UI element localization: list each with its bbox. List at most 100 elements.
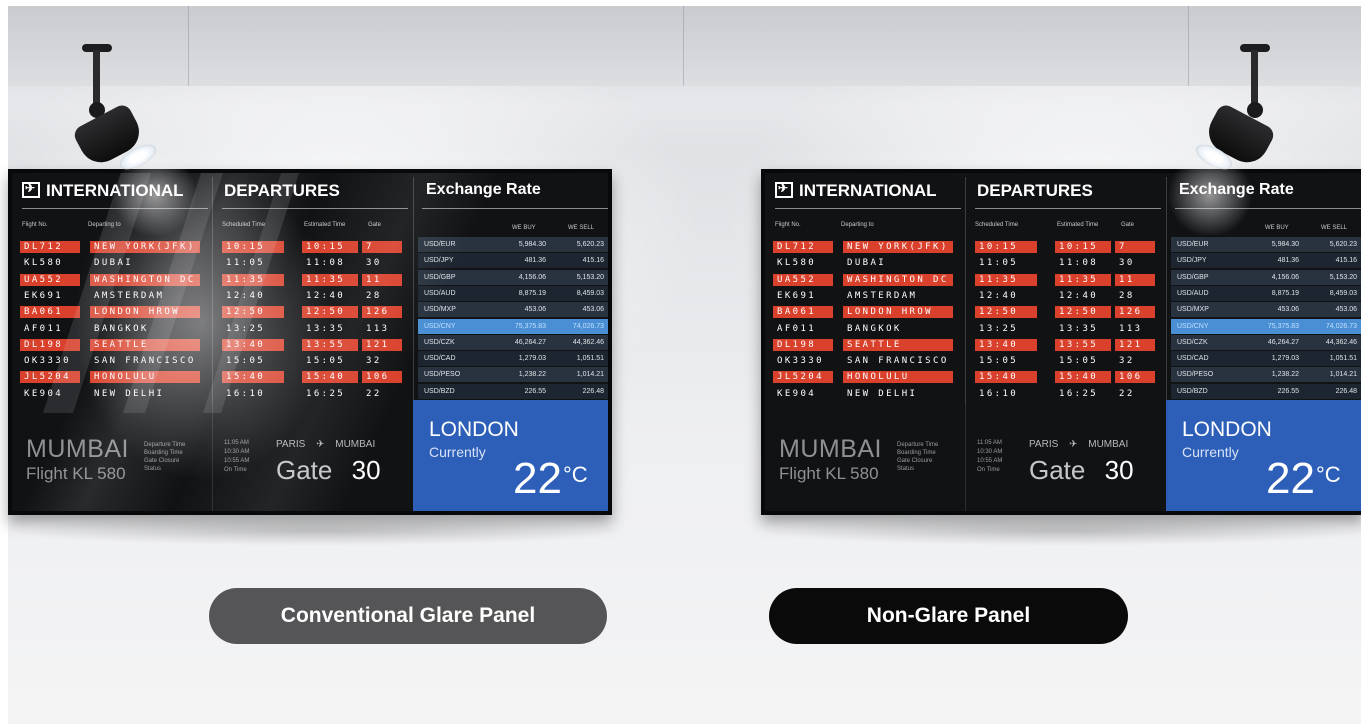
temperature: 22	[513, 454, 562, 503]
board-title-international: INTERNATIONAL	[775, 181, 937, 201]
rate-sell: 1,051.51	[576, 355, 604, 363]
rate-sell: 1,014.21	[576, 371, 604, 379]
weather-city: LONDON	[1182, 418, 1272, 441]
rate-sell: 1,051.51	[1329, 355, 1357, 363]
flight-gate: 113	[366, 323, 390, 334]
rate-pair: USD/PESO	[424, 371, 461, 379]
flight-destination: NEW DELHI	[94, 388, 165, 399]
flight-row: UA552 WASHINGTON DC 11:35 11:35 11	[765, 273, 1165, 286]
flight-gate: 30	[366, 258, 382, 269]
rate-sell: 8,459.03	[576, 289, 604, 297]
col-destination: Departing to	[88, 222, 121, 228]
flight-no: AF011	[24, 323, 64, 334]
flight-scheduled: 15:40	[975, 371, 1037, 384]
rate-row: USD/JPY 481.36 415.16	[1171, 253, 1361, 269]
rate-buy: 481.36	[1277, 257, 1299, 265]
flight-row: JL5204 HONOLULU 15:40 15:40 106	[12, 371, 412, 384]
flight-destination: AMSTERDAM	[847, 290, 918, 301]
flight-scheduled: 15:40	[222, 371, 284, 384]
rate-sell: 74,026.73	[572, 322, 604, 330]
flight-estimated: 11:08	[306, 258, 346, 269]
flight-row: AF011 BANGKOK 13:25 13:35 113	[12, 323, 412, 335]
weather-city: LONDON	[429, 418, 519, 441]
rate-pair: USD/JPY	[424, 257, 454, 265]
flight-row: KL580 DUBAI 11:05 11:08 30	[12, 257, 412, 269]
rate-row: USD/AUD 8,875.19 8,459.03	[1171, 285, 1361, 301]
flight-gate: 11	[362, 273, 402, 286]
rate-sell: 8,459.03	[1329, 289, 1357, 297]
flight-no: BA061	[20, 306, 80, 319]
rate-sell: 453.06	[1335, 306, 1357, 314]
divider	[222, 208, 408, 209]
flight-gate: 126	[362, 306, 402, 319]
flight-gate: 126	[1115, 306, 1155, 319]
rate-sell: 226.48	[1335, 387, 1357, 395]
col-gate: Gate	[1121, 222, 1135, 228]
col-we-buy: WE BUY	[1265, 225, 1289, 231]
flight-row: BA061 LONDON HROW 12:50 12:50 126	[765, 306, 1165, 319]
flight-estimated: 12:40	[1059, 290, 1099, 301]
flight-estimated: 15:40	[302, 371, 358, 384]
rate-pair: USD/CZK	[1177, 338, 1208, 346]
rate-buy: 453.06	[524, 306, 546, 314]
info-times: 11:05 AM 10:30 AM 10:55 AM On Time	[977, 440, 1003, 473]
weather-panel: LONDON Currently 22 °C	[413, 400, 608, 511]
display-non-glare-panel: INTERNATIONAL DEPARTURES Exchange Rate F…	[761, 169, 1361, 515]
flight-destination: SEATTLE	[843, 338, 953, 351]
col-estimated: Estimated Time	[304, 222, 346, 228]
flight-estimated: 11:35	[302, 273, 358, 286]
flight-gate: 32	[1119, 356, 1135, 367]
rate-buy: 226.55	[524, 387, 546, 395]
flight-no: DL198	[20, 338, 80, 351]
flight-row: OK3330 SAN FRANCISCO 15:05 15:05 32	[765, 355, 1165, 367]
flight-destination: DUBAI	[94, 258, 134, 269]
rate-row: USD/EUR 5,984.30 5,620.23	[418, 237, 608, 252]
flight-row: DL198 SEATTLE 13:40 13:55 121	[765, 338, 1165, 351]
flight-estimated: 16:25	[306, 388, 346, 399]
gate-info: Gate 30	[1029, 455, 1134, 485]
board-title-international: INTERNATIONAL	[22, 181, 184, 201]
board-title-departures: DEPARTURES	[977, 181, 1093, 200]
ceiling-seam	[683, 6, 684, 86]
flight-row: DL198 SEATTLE 13:40 13:55 121	[12, 338, 412, 351]
rate-sell: 5,153.20	[1329, 273, 1357, 281]
flight-estimated: 13:55	[1055, 338, 1111, 351]
rate-buy: 46,264.27	[1267, 338, 1299, 346]
flight-no: DL712	[773, 241, 833, 253]
flight-estimated: 13:35	[306, 323, 346, 334]
flight-scheduled: 13:25	[226, 323, 266, 334]
rate-pair: USD/AUD	[424, 289, 456, 297]
board-title-exchange: Exchange Rate	[1179, 181, 1294, 198]
rate-row: USD/EUR 5,984.30 5,620.23	[1171, 237, 1361, 252]
flight-estimated: 15:40	[1055, 371, 1111, 384]
flight-destination: SAN FRANCISCO	[94, 356, 196, 367]
divider	[22, 208, 208, 209]
col-flight: Flight No.	[22, 222, 48, 228]
city-name: MUMBAI	[779, 435, 882, 463]
rate-buy: 8,875.19	[518, 289, 546, 297]
ceiling	[8, 6, 1361, 86]
col-we-sell: WE SELL	[568, 225, 595, 231]
flight-estimated: 15:05	[1059, 356, 1099, 367]
flight-destination: SAN FRANCISCO	[847, 356, 949, 367]
route: PARIS ✈ MUMBAI	[276, 439, 376, 450]
flight-row: JL5204 HONOLULU 15:40 15:40 106	[765, 371, 1165, 384]
rate-buy: 1,279.03	[1271, 355, 1299, 363]
rate-buy: 75,375.83	[1267, 322, 1299, 330]
flight-gate: 22	[1119, 388, 1135, 399]
flight-no: OK3330	[24, 356, 71, 367]
flight-gate: 121	[1115, 338, 1155, 351]
rate-row: USD/PESO 1,238.22 1,014.21	[418, 367, 608, 383]
flight-estimated: 16:25	[1059, 388, 1099, 399]
divider	[975, 208, 1161, 209]
rate-row: USD/PESO 1,238.22 1,014.21	[1171, 367, 1361, 383]
flight-no: UA552	[773, 273, 833, 286]
rate-buy: 5,984.30	[518, 241, 546, 248]
flight-no: KE904	[777, 388, 817, 399]
flight-number: Flight KL 580	[779, 464, 879, 483]
col-estimated: Estimated Time	[1057, 222, 1099, 228]
info-labels: Departure Time Boarding Time Gate Closur…	[897, 442, 939, 472]
rate-row: USD/MXP 453.06 453.06	[1171, 302, 1361, 318]
flight-scheduled: 12:50	[222, 306, 284, 319]
flight-gate: 11	[1115, 273, 1155, 286]
